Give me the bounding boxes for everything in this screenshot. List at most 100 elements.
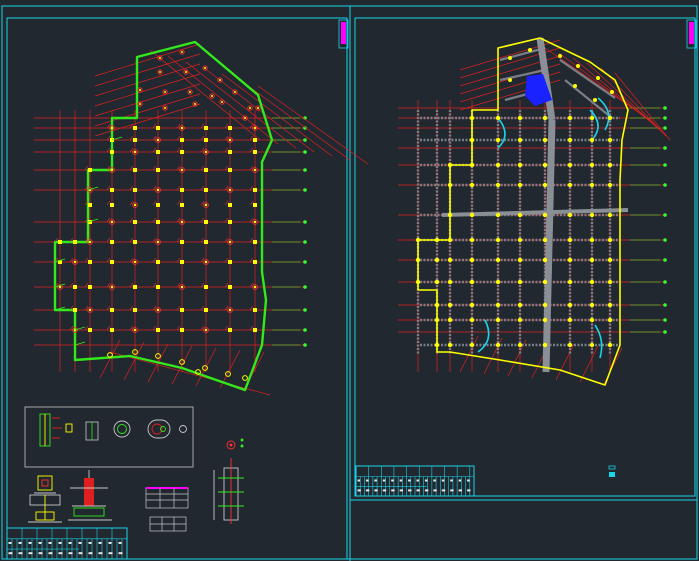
- column-node: [434, 317, 440, 323]
- column-node: [495, 212, 501, 218]
- title-block-text-mark: [98, 552, 103, 555]
- node-tag: [84, 257, 89, 263]
- title-block-text-mark: [391, 489, 395, 492]
- node-tag: [176, 237, 181, 243]
- title-block-text-mark: [58, 552, 63, 555]
- column-node: [495, 162, 501, 168]
- pile-node: [228, 285, 232, 289]
- column-node: [607, 342, 613, 348]
- pile-node: [253, 188, 257, 192]
- node-tag: [106, 305, 111, 311]
- title-block-text-mark: [467, 479, 470, 482]
- column-node: [567, 115, 573, 121]
- pile-node: [204, 188, 208, 192]
- column-node: [567, 342, 573, 348]
- axis-line: [221, 73, 333, 157]
- node-tag: [106, 325, 111, 331]
- main-beam-vertical: [542, 119, 556, 373]
- pile-node: [133, 168, 137, 172]
- pile-node: [110, 203, 114, 207]
- column-node: [517, 182, 523, 188]
- curved-beam: [594, 324, 603, 359]
- column-node: [596, 76, 600, 80]
- column-node: [495, 257, 501, 263]
- pile-node: [133, 240, 137, 244]
- pile-node-core: [133, 203, 137, 207]
- title-block-text-mark: [88, 552, 93, 555]
- pile-node-core: [253, 126, 257, 130]
- axis-line: [94, 93, 201, 127]
- pile-node-core: [156, 138, 160, 142]
- pile-node: [180, 240, 184, 244]
- pile-node-core: [110, 220, 114, 224]
- column-node: [415, 237, 421, 243]
- title-block-text-mark: [118, 552, 123, 555]
- column-elevation-detail: [213, 438, 244, 524]
- pile-node: [204, 240, 208, 244]
- title-block-text-mark: [118, 541, 122, 544]
- axis-end-marker: [303, 343, 307, 347]
- node-tag: [176, 200, 181, 206]
- title-block-text-mark: [357, 489, 361, 492]
- footing-detail-a: [28, 475, 62, 523]
- column-node: [469, 115, 475, 121]
- column-node: [517, 342, 523, 348]
- axis-line: [123, 341, 145, 381]
- pile-node: [156, 285, 160, 289]
- column-node: [517, 162, 523, 168]
- pile-node: [180, 150, 184, 154]
- pile-node-core: [164, 91, 166, 93]
- column-node: [517, 115, 523, 121]
- column-node: [447, 279, 453, 285]
- axis-end-marker: [663, 318, 667, 322]
- column-node: [607, 162, 613, 168]
- axis-end-marker: [303, 150, 307, 154]
- axis-end-marker: [663, 280, 667, 284]
- node-tag: [106, 257, 111, 263]
- column-node: [495, 115, 501, 121]
- column-node: [495, 137, 501, 143]
- column-node: [542, 115, 548, 121]
- node-tag: [106, 200, 111, 206]
- node-tag: [176, 135, 181, 141]
- node-tag: [224, 282, 229, 288]
- pile-node-core: [88, 240, 92, 244]
- node-tag: [224, 217, 229, 223]
- pile-node-core: [249, 107, 251, 109]
- column-node: [589, 115, 595, 121]
- column-node: [447, 317, 453, 323]
- axis-end-marker: [663, 126, 667, 130]
- column-node: [567, 279, 573, 285]
- node-tag: [176, 325, 181, 331]
- title-block-text-mark: [391, 479, 394, 482]
- column-node: [469, 257, 475, 263]
- column-node: [517, 302, 523, 308]
- column-node: [542, 257, 548, 263]
- title-block-text-mark: [424, 479, 428, 482]
- pile-node-core: [180, 168, 184, 172]
- column-node: [567, 257, 573, 263]
- column-node: [542, 162, 548, 168]
- pile-node: [202, 365, 208, 371]
- column-node: [517, 317, 523, 323]
- title-block-text-mark: [108, 552, 113, 555]
- node-tag: [224, 165, 229, 171]
- beam: [564, 79, 613, 119]
- title-block-text-mark: [38, 541, 42, 544]
- twin-pile-section-icon: [147, 419, 187, 439]
- node-tag: [224, 123, 229, 129]
- pile-node: [73, 240, 77, 244]
- pile-node: [253, 260, 257, 264]
- title-block-text-mark: [458, 479, 462, 482]
- axis-end-marker: [663, 146, 667, 150]
- column-node: [542, 237, 548, 243]
- axis-line: [239, 79, 351, 161]
- node-tag: [224, 257, 229, 263]
- column-node: [517, 257, 523, 263]
- pile-node-core: [204, 150, 208, 154]
- pile-node: [110, 260, 114, 264]
- pile-node-core: [156, 308, 160, 312]
- pile-node: [180, 138, 184, 142]
- pile-node-core: [88, 308, 92, 312]
- pile-node: [156, 203, 160, 207]
